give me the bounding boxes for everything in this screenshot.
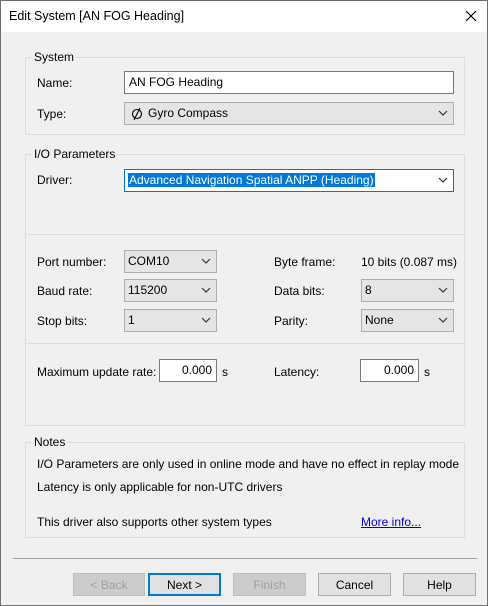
data-bits-value: 8 — [365, 283, 372, 297]
latency-label: Latency: — [274, 365, 320, 379]
chevron-down-icon — [438, 287, 448, 293]
edit-system-dialog: Edit System [AN FOG Heading] System Name… — [0, 0, 488, 606]
footer-separator — [13, 558, 477, 559]
data-bits-label: Data bits: — [274, 284, 325, 298]
stop-bits-value: 1 — [128, 313, 135, 327]
data-bits-select[interactable]: 8 — [361, 279, 454, 302]
parity-value: None — [365, 313, 394, 327]
max-update-rate-field[interactable]: 0.000 — [159, 359, 217, 382]
chevron-down-icon — [201, 287, 211, 293]
title-bar: Edit System [AN FOG Heading] — [1, 1, 487, 32]
chevron-down-icon — [438, 177, 448, 183]
byte-frame-value: 10 bits (0.087 ms) — [361, 255, 458, 269]
stop-bits-label: Stop bits: — [37, 314, 88, 328]
system-group-label: System — [32, 50, 77, 64]
latency-unit: s — [424, 365, 430, 379]
max-update-rate-unit: s — [222, 365, 228, 379]
port-number-select[interactable]: COM10 — [124, 250, 217, 273]
help-button[interactable]: Help — [403, 573, 476, 596]
notes-line-driver: This driver also supports other system t… — [37, 515, 272, 529]
parity-label: Parity: — [274, 314, 309, 328]
driver-select-value: Advanced Navigation Spatial ANPP (Headin… — [128, 173, 375, 187]
baud-rate-value: 115200 — [128, 283, 168, 297]
type-select[interactable]: Gyro Compass — [124, 102, 454, 125]
max-update-rate-label: Maximum update rate: — [37, 365, 157, 379]
driver-label: Driver: — [37, 173, 73, 187]
notes-group-label: Notes — [32, 435, 68, 449]
chevron-down-icon — [438, 110, 448, 116]
io-group-label: I/O Parameters — [32, 147, 118, 161]
chevron-down-icon — [438, 317, 448, 323]
port-number-value: COM10 — [128, 254, 170, 268]
close-button[interactable] — [455, 1, 487, 31]
port-number-label: Port number: — [37, 255, 107, 269]
back-button[interactable]: < Back — [73, 573, 145, 596]
close-icon — [465, 10, 477, 22]
cancel-button[interactable]: Cancel — [318, 573, 391, 596]
chevron-down-icon — [201, 258, 211, 264]
finish-button[interactable]: Finish — [233, 573, 306, 596]
notes-line-latency: Latency is only applicable for non-UTC d… — [37, 480, 283, 494]
byte-frame-label: Byte frame: — [274, 255, 336, 269]
window-title: Edit System [AN FOG Heading] — [9, 9, 185, 23]
latency-field[interactable]: 0.000 — [360, 359, 419, 382]
driver-select[interactable]: Advanced Navigation Spatial ANPP (Headin… — [124, 169, 454, 192]
more-info-link[interactable]: More info... — [361, 515, 421, 529]
name-label: Name: — [37, 76, 73, 90]
name-field[interactable]: AN FOG Heading — [124, 71, 454, 94]
stop-bits-select[interactable]: 1 — [124, 309, 217, 332]
parity-select[interactable]: None — [361, 309, 454, 332]
type-select-value: Gyro Compass — [148, 106, 229, 120]
type-label: Type: — [37, 107, 67, 121]
notes-line-io: I/O Parameters are only used in online m… — [37, 457, 460, 471]
baud-rate-label: Baud rate: — [37, 284, 93, 298]
gyro-compass-icon — [131, 107, 143, 121]
baud-rate-select[interactable]: 115200 — [124, 279, 217, 302]
io-separator-1 — [26, 234, 464, 235]
chevron-down-icon — [201, 317, 211, 323]
next-button[interactable]: Next > — [148, 573, 221, 596]
io-separator-2 — [26, 343, 464, 344]
